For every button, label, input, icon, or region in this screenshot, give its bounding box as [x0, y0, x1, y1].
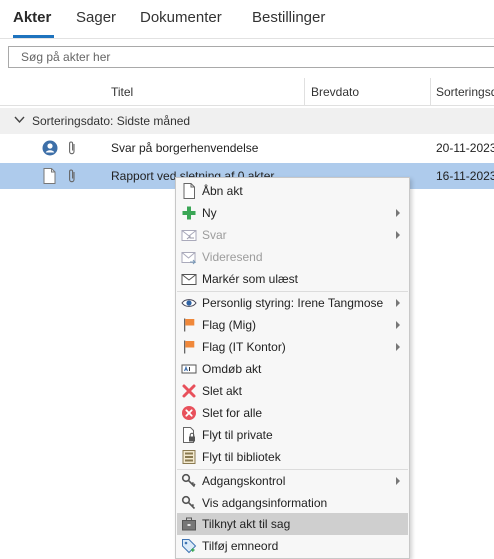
eye-icon [181, 299, 197, 307]
column-header-title[interactable]: Titel [111, 85, 133, 99]
briefcase-icon [182, 517, 196, 531]
group-label: Sorteringsdato: Sidste måned [32, 114, 191, 128]
group-header[interactable]: Sorteringsdato: Sidste måned [0, 108, 494, 134]
menu-item-new[interactable]: Ny [177, 202, 408, 224]
key-info-icon [181, 495, 196, 510]
delete-circle-icon [182, 406, 196, 420]
tab-sager[interactable]: Sager [76, 9, 116, 26]
column-divider[interactable] [430, 78, 431, 105]
submenu-arrow-icon [396, 209, 400, 217]
paperclip-icon [69, 169, 75, 183]
menu-item-delete-for-all[interactable]: Slet for alle [177, 402, 408, 424]
document-icon [183, 183, 195, 199]
document-icon [43, 168, 56, 184]
menu-item-attach-to-case[interactable]: Tilknyt akt til sag [177, 513, 408, 535]
submenu-arrow-icon [396, 343, 400, 351]
tab-dokumenter[interactable]: Dokumenter [140, 9, 222, 26]
column-header-letter-date[interactable]: Brevdato [311, 85, 359, 99]
row-title: Svar på borgerhenvendelse [111, 141, 259, 155]
tab-bar: Akter Sager Dokumenter Bestillinger [0, 0, 494, 39]
flag-icon [184, 318, 195, 332]
menu-item-flag-it-office[interactable]: Flag (IT Kontor) [177, 336, 408, 358]
chevron-down-icon[interactable] [14, 114, 25, 125]
submenu-arrow-icon [396, 477, 400, 485]
active-tab-indicator [13, 35, 54, 38]
submenu-arrow-icon [396, 299, 400, 307]
menu-item-forward[interactable]: Videresend [177, 246, 408, 268]
submenu-arrow-icon [396, 231, 400, 239]
table-row[interactable]: Svar på borgerhenvendelse 20-11-2023 [0, 135, 494, 161]
menu-item-mark-unread[interactable]: Markér som ulæst [177, 268, 408, 290]
rename-icon [181, 364, 197, 374]
lock-document-icon [183, 427, 195, 443]
menu-item-show-access-info[interactable]: Vis adgangsinformation [177, 492, 408, 514]
delete-x-icon [182, 384, 196, 398]
column-header-row: Titel Brevdato Sorteringsd [0, 78, 494, 106]
menu-item-flag-me[interactable]: Flag (Mig) [177, 314, 408, 336]
tag-icon [182, 539, 197, 554]
row-sort-date: 20-11-2023 [436, 141, 494, 155]
menu-item-reply[interactable]: Svar [177, 224, 408, 246]
user-badge-icon [42, 140, 58, 156]
menu-item-move-library[interactable]: Flyt til bibliotek [177, 446, 408, 468]
key-icon [181, 473, 196, 488]
library-icon [182, 450, 196, 464]
search-input[interactable] [8, 46, 494, 68]
menu-item-delete[interactable]: Slet akt [177, 380, 408, 402]
paperclip-icon [69, 141, 75, 155]
reply-mail-icon [181, 230, 197, 241]
menu-item-add-keyword[interactable]: Tilføj emneord [177, 535, 408, 557]
menu-item-personal-control[interactable]: Personlig styring: Irene Tangmose [177, 292, 408, 314]
plus-icon [182, 206, 196, 220]
flag-icon [184, 340, 195, 354]
column-divider[interactable] [304, 78, 305, 105]
menu-item-rename[interactable]: Omdøb akt [177, 358, 408, 380]
column-header-sort-date[interactable]: Sorteringsd [436, 85, 494, 99]
forward-mail-icon [181, 252, 197, 265]
menu-item-open[interactable]: Åbn akt [177, 180, 408, 202]
tab-akter[interactable]: Akter [13, 9, 51, 26]
row-sort-date: 16-11-2023 [436, 169, 494, 183]
context-menu: Åbn akt Ny Svar Videresend Markér som ul… [175, 177, 410, 559]
tab-bestillinger[interactable]: Bestillinger [252, 9, 325, 26]
menu-item-access-control[interactable]: Adgangskontrol [177, 470, 408, 492]
submenu-arrow-icon [396, 321, 400, 329]
envelope-icon [181, 274, 197, 285]
menu-item-move-private[interactable]: Flyt til private [177, 424, 408, 446]
